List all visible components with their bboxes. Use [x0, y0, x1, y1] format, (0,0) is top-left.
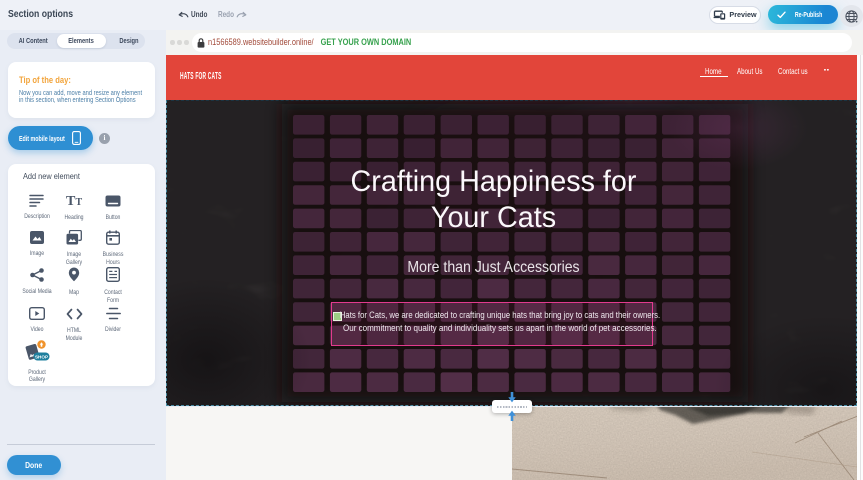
svg-text:T: T — [66, 194, 76, 207]
svg-text:T: T — [75, 197, 82, 207]
svg-text:SHOP: SHOP — [34, 354, 47, 359]
